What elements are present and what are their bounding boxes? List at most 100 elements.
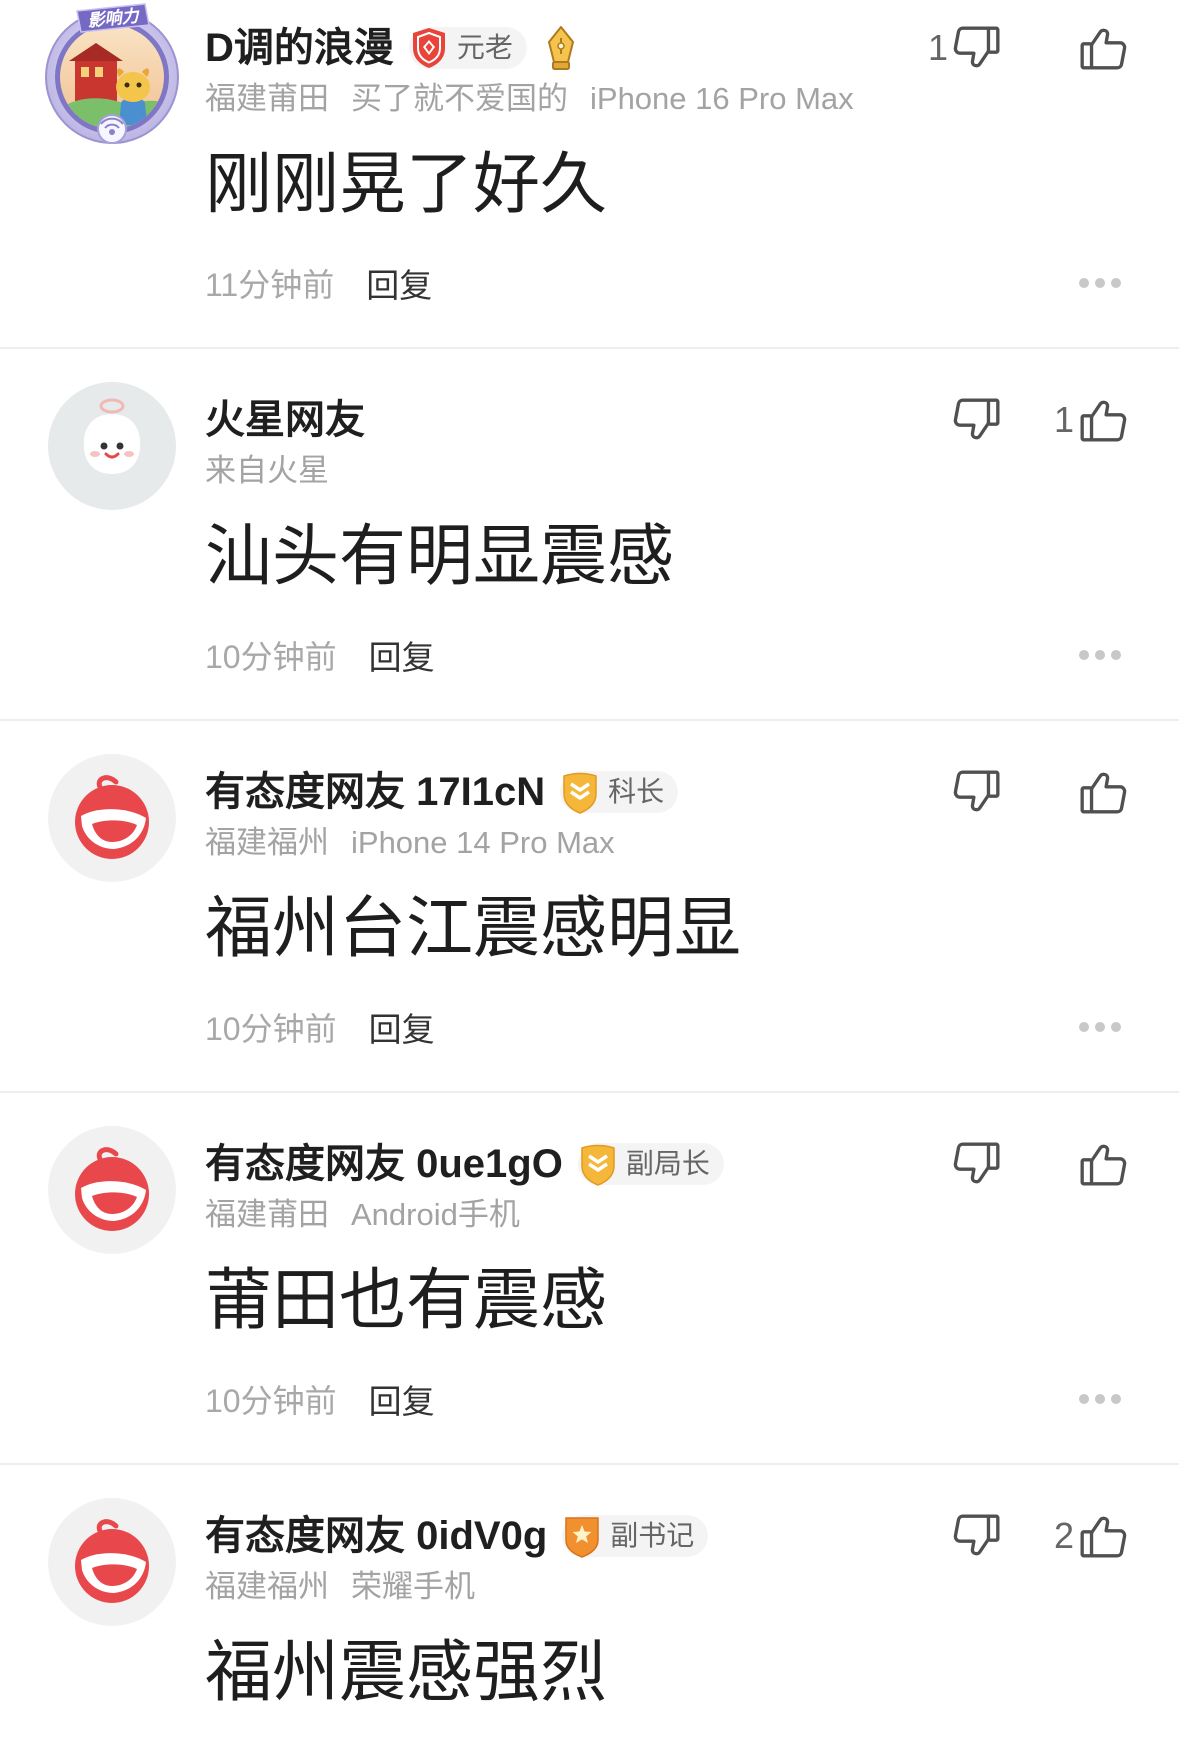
device-name: Android手机	[351, 1197, 520, 1232]
reply-button[interactable]: 回复	[366, 259, 432, 307]
mars-mascot-avatar-icon	[48, 382, 176, 510]
thumbs-down-icon	[953, 770, 1000, 812]
thumbs-up-icon	[1080, 28, 1127, 70]
comment-header: 有态度网友 17I1cN 科长	[205, 767, 679, 817]
username[interactable]: 有态度网友 17I1cN	[205, 767, 545, 817]
more-dots-icon	[1079, 1394, 1121, 1404]
comment-header: 有态度网友 0ue1gO 副局长	[205, 1139, 724, 1189]
badge-label: 科长	[608, 776, 665, 807]
comment-time: 11分钟前	[205, 267, 335, 303]
influence-frame-avatar-icon: 影响力	[45, 3, 179, 144]
user-location: 福建福州	[205, 1569, 329, 1604]
user-location: 福建莆田	[205, 81, 329, 116]
more-options-button[interactable]	[1079, 1394, 1121, 1404]
reply-button[interactable]: 回复	[369, 631, 435, 679]
user-badge: 副书记	[562, 1515, 709, 1558]
comment-item: 有态度网友 0idV0g 副书记 福建福州 荣耀手机 2 福州震感强烈	[0, 1465, 1179, 1758]
comment-text: 汕头有明显震感	[205, 519, 674, 594]
user-badge: 副局长	[577, 1143, 724, 1186]
thumbs-up-icon	[1080, 1516, 1127, 1558]
dislike-button[interactable]	[952, 1139, 1002, 1189]
comment-text: 刚刚晃了好久	[205, 147, 607, 222]
avatar[interactable]	[48, 1498, 176, 1626]
more-dots-icon	[1079, 278, 1121, 288]
like-button[interactable]	[1078, 767, 1128, 817]
comment-footer: 10分钟前 回复	[205, 1379, 435, 1420]
badge-label: 副书记	[610, 1520, 695, 1551]
user-badge: 元老	[408, 27, 527, 69]
dislike-count: 1	[927, 27, 948, 68]
comment-item: 有态度网友 0ue1gO 副局长 福建莆田 Android手机 莆田也有震感 10…	[0, 1093, 1179, 1465]
comment-footer: 11分钟前 回复	[205, 263, 432, 304]
thumbs-up-icon	[1080, 1144, 1127, 1186]
more-dots-icon	[1079, 650, 1121, 660]
more-dots-icon	[1079, 1022, 1121, 1032]
comment-header: 火星网友	[205, 395, 365, 445]
red-shield-diamond-icon	[412, 28, 445, 68]
comment-footer: 10分钟前 回复	[205, 635, 435, 676]
device-note: 买了就不爱国的	[351, 81, 568, 116]
thumbs-up-icon	[1080, 772, 1127, 814]
comment-time: 10分钟前	[205, 1011, 337, 1047]
red-mascot-logo-avatar-icon	[48, 754, 176, 882]
orange-star-shield-icon	[565, 1517, 600, 1558]
like-count: 1	[1053, 399, 1074, 440]
username[interactable]: D调的浪漫	[205, 23, 394, 73]
device-name: 荣耀手机	[351, 1569, 475, 1604]
user-badge: 科长	[560, 771, 679, 814]
gold-pen-nib-icon	[547, 26, 574, 70]
reply-button[interactable]: 回复	[369, 1003, 435, 1051]
badge-label: 元老	[456, 32, 513, 63]
more-options-button[interactable]	[1079, 1022, 1121, 1032]
user-meta: 福建莆田 买了就不爱国的 iPhone 16 Pro Max	[205, 79, 876, 119]
thumbs-down-icon	[953, 1142, 1000, 1184]
like-button[interactable]	[1078, 23, 1128, 73]
comment-time: 10分钟前	[205, 639, 337, 675]
device-name: iPhone 16 Pro Max	[590, 81, 854, 116]
more-options-button[interactable]	[1079, 650, 1121, 660]
user-location: 福建莆田	[205, 1197, 329, 1232]
comment-text: 福州台江震感明显	[205, 891, 741, 966]
device-name: iPhone 14 Pro Max	[351, 825, 615, 860]
user-location: 福建福州	[205, 825, 329, 860]
like-button[interactable]	[1078, 1139, 1128, 1189]
thumbs-down-icon	[953, 26, 1000, 68]
avatar[interactable]	[48, 754, 176, 882]
username[interactable]: 有态度网友 0ue1gO	[205, 1139, 563, 1189]
dislike-button[interactable]	[952, 767, 1002, 817]
comment-text: 福州震感强烈	[205, 1635, 607, 1710]
comment-text: 莆田也有震感	[205, 1263, 607, 1338]
thumbs-down-icon	[953, 1514, 1000, 1556]
badge-label: 副局长	[625, 1148, 710, 1179]
thumbs-up-icon	[1080, 400, 1127, 442]
comment-time: 10分钟前	[205, 1383, 337, 1419]
user-meta: 福建福州 iPhone 14 Pro Max	[205, 823, 637, 863]
comment-item: 影响力 D调的浪漫 元老 福建莆田 买了就不爱国的 iPhone 16 Pro …	[0, 0, 1179, 349]
comment-footer: 10分钟前 回复	[205, 1007, 435, 1048]
like-button[interactable]: 2	[1054, 1511, 1128, 1561]
more-options-button[interactable]	[1079, 278, 1121, 288]
comment-item: 火星网友 来自火星 1 汕头有明显震感 10分钟前 回复	[0, 349, 1179, 721]
gold-chevron-shield-icon	[580, 1143, 616, 1186]
dislike-button[interactable]	[952, 395, 1002, 445]
like-count: 2	[1053, 1515, 1074, 1556]
red-mascot-logo-avatar-icon	[48, 1498, 176, 1626]
dislike-button[interactable]	[952, 1511, 1002, 1561]
user-location: 来自火星	[205, 453, 329, 488]
thumbs-down-icon	[953, 398, 1000, 440]
reply-button[interactable]: 回复	[369, 1375, 435, 1423]
red-mascot-logo-avatar-icon	[48, 1126, 176, 1254]
username[interactable]: 火星网友	[205, 395, 365, 445]
user-meta: 来自火星	[205, 451, 351, 491]
avatar[interactable]	[48, 382, 176, 510]
like-button[interactable]: 1	[1054, 395, 1128, 445]
user-meta: 福建福州 荣耀手机	[205, 1567, 497, 1607]
comment-header: D调的浪漫 元老	[205, 23, 577, 73]
comment-list: 影响力 D调的浪漫 元老 福建莆田 买了就不爱国的 iPhone 16 Pro …	[0, 0, 1179, 1758]
avatar[interactable]	[48, 1126, 176, 1254]
avatar[interactable]: 影响力	[39, 1, 185, 147]
comment-item: 有态度网友 17I1cN 科长 福建福州 iPhone 14 Pro Max 福州…	[0, 721, 1179, 1093]
username[interactable]: 有态度网友 0idV0g	[205, 1511, 547, 1561]
dislike-button[interactable]: 1	[928, 23, 1002, 73]
user-meta: 福建莆田 Android手机	[205, 1195, 542, 1235]
